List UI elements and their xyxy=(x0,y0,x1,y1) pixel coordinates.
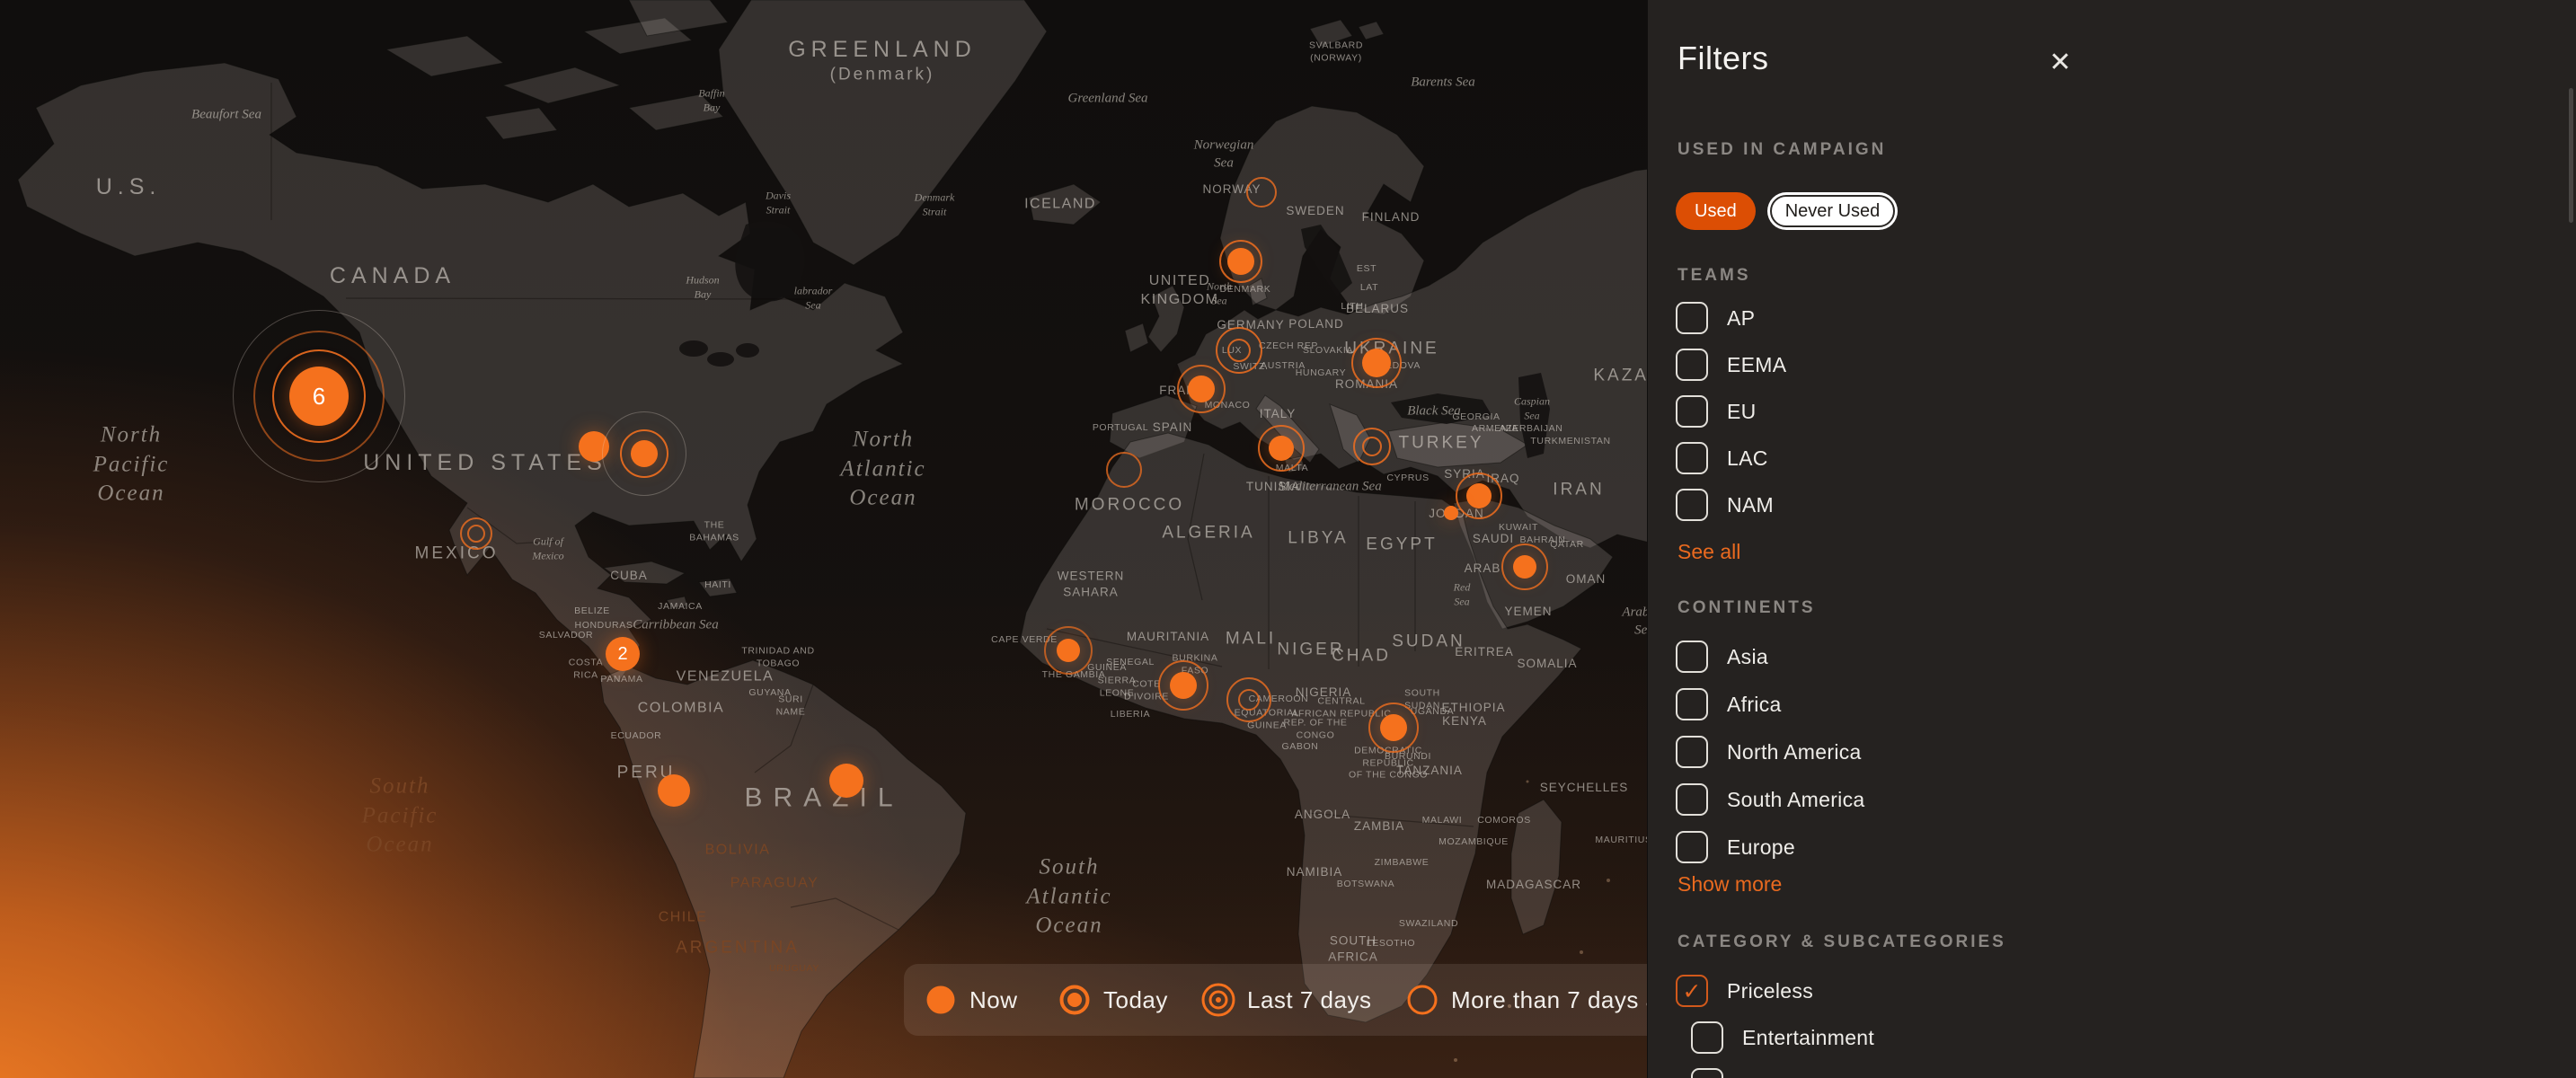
legend-item-today: Today xyxy=(1058,983,1168,1017)
checkbox[interactable] xyxy=(1691,1021,1723,1054)
checkbox[interactable] xyxy=(1676,831,1708,863)
section-categories: CATEGORY & SUBCATEGORIES xyxy=(1677,932,2006,952)
sidebar-item-team-ap[interactable]: AP xyxy=(1676,302,1786,334)
now-marker-icon xyxy=(924,983,958,1017)
legend-label: Today xyxy=(1103,986,1168,1014)
section-teams: TEAMS xyxy=(1677,266,1751,286)
categories-list: ✓ Priceless Entertainment xyxy=(1676,975,1874,1078)
map-legend: Now Today Last 7 days More than 7 days a… xyxy=(904,964,1647,1036)
sidebar-item-team-lac[interactable]: LAC xyxy=(1676,442,1786,474)
sidebar-item-category-partial[interactable] xyxy=(1691,1068,1874,1078)
legend-item-last7: Last 7 days xyxy=(1201,983,1371,1017)
checkbox[interactable] xyxy=(1676,442,1708,474)
sidebar-item-team-eema[interactable]: EEMA xyxy=(1676,349,1786,381)
checkbox[interactable] xyxy=(1676,736,1708,768)
sidebar-item-continent-asia[interactable]: Asia xyxy=(1676,641,1864,673)
map-land-shapes xyxy=(0,0,1647,1078)
legend-item-older: More than 7 days ago xyxy=(1405,983,1647,1017)
app: GREENLAND(Denmark)SVALBARD (NORWAY)Baren… xyxy=(0,0,2576,1078)
sidebar-item-team-nam[interactable]: NAM xyxy=(1676,489,1786,521)
legend-label: Last 7 days xyxy=(1247,986,1371,1014)
filters-panel: Filters ✕ USED IN CAMPAIGN Used Never Us… xyxy=(1647,0,2576,1078)
sidebar-item-continent-europe[interactable]: Europe xyxy=(1676,831,1864,863)
continents-list: Asia Africa North America South America … xyxy=(1676,641,1864,863)
never-used-pill-button[interactable]: Never Used xyxy=(1767,192,1899,230)
see-all-link[interactable]: See all xyxy=(1677,540,1740,564)
legend-label: Now xyxy=(969,986,1018,1014)
panel-scrollbar[interactable] xyxy=(2569,88,2573,223)
show-more-link[interactable]: Show more xyxy=(1677,872,1782,897)
checkbox[interactable] xyxy=(1676,688,1708,720)
checkbox-checked[interactable]: ✓ xyxy=(1676,975,1708,1007)
checkbox[interactable] xyxy=(1676,783,1708,816)
section-used-in-campaign: USED IN CAMPAIGN xyxy=(1677,140,1886,160)
checkbox[interactable] xyxy=(1676,302,1708,334)
sidebar-item-continent-south-america[interactable]: South America xyxy=(1676,783,1864,816)
checkbox[interactable] xyxy=(1691,1068,1723,1078)
checkbox[interactable] xyxy=(1676,489,1708,521)
last7days-marker-icon xyxy=(1201,983,1235,1017)
check-icon: ✓ xyxy=(1683,978,1702,1004)
today-marker-icon xyxy=(1058,983,1092,1017)
sidebar-item-category-priceless[interactable]: ✓ Priceless xyxy=(1676,975,1874,1007)
world-map[interactable]: GREENLAND(Denmark)SVALBARD (NORWAY)Baren… xyxy=(0,0,1647,1078)
sidebar-item-continent-north-america[interactable]: North America xyxy=(1676,736,1864,768)
legend-label: More than 7 days ago xyxy=(1451,986,1647,1014)
checkbox[interactable] xyxy=(1676,349,1708,381)
used-pill-button[interactable]: Used xyxy=(1676,192,1756,230)
page-title: Filters xyxy=(1677,40,1769,77)
section-continents: CONTINENTS xyxy=(1677,598,1816,618)
sidebar-item-team-eu[interactable]: EU xyxy=(1676,395,1786,428)
legend-item-now: Now xyxy=(924,983,1018,1017)
checkbox[interactable] xyxy=(1676,641,1708,673)
sidebar-item-category-entertainment[interactable]: Entertainment xyxy=(1691,1021,1874,1054)
close-icon[interactable]: ✕ xyxy=(2040,43,2080,83)
checkbox[interactable] xyxy=(1676,395,1708,428)
used-toggle-group: Used Never Used xyxy=(1676,192,1898,230)
teams-list: AP EEMA EU LAC NAM xyxy=(1676,302,1786,521)
sidebar-item-continent-africa[interactable]: Africa xyxy=(1676,688,1864,720)
older-marker-icon xyxy=(1405,983,1439,1017)
